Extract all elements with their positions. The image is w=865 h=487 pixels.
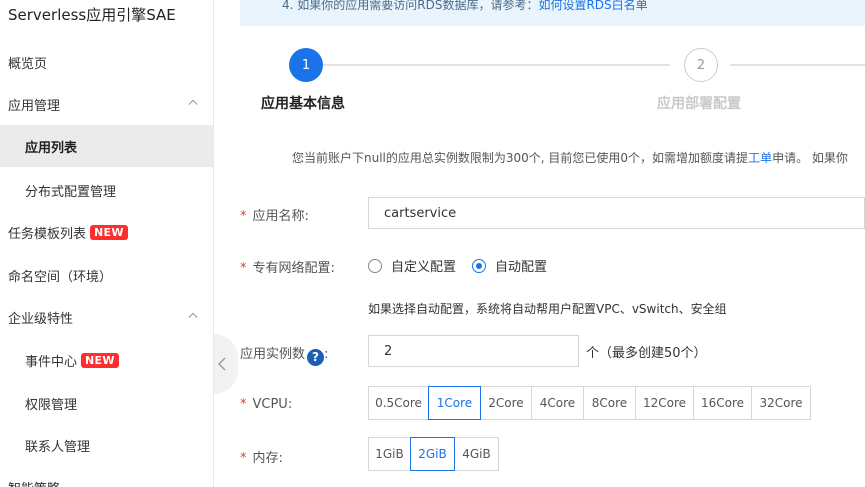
vcpu-selector: 0.5Core 1Core 2Core 4Core 8Core 12Core 1… bbox=[368, 386, 811, 420]
quota-notice: 您当前账户下null的应用总实例数限制为300个, 目前您已使用0个，如需增加额… bbox=[292, 149, 848, 166]
sidebar-item-distributed-config[interactable]: 分布式配置管理 bbox=[0, 169, 213, 211]
sidebar-item-label: 权限管理 bbox=[25, 397, 78, 413]
step-connector bbox=[730, 64, 865, 66]
label-text: 应用实例数 bbox=[240, 347, 306, 362]
product-title: Serverless应用引擎SAE bbox=[8, 6, 176, 24]
vcpu-option[interactable]: 12Core bbox=[635, 386, 694, 420]
rds-whitelist-link[interactable]: 如何设置RDS白名单 bbox=[538, 0, 647, 12]
app-name-input[interactable]: cartservice bbox=[368, 197, 865, 229]
quota-text-tail: 申请。 如果你 bbox=[772, 151, 848, 165]
memory-option[interactable]: 2GiB bbox=[410, 437, 455, 471]
instances-unit: 个（最多创建50个） bbox=[586, 346, 707, 361]
sidebar-group-app-management[interactable]: 应用管理 bbox=[0, 83, 213, 125]
radio-custom-config[interactable]: 自定义配置 bbox=[368, 256, 456, 275]
label-text: 应用名称: bbox=[252, 209, 309, 224]
sidebar-item-label: 任务模板列表 bbox=[8, 226, 87, 242]
vcpu-option[interactable]: 16Core bbox=[693, 386, 752, 420]
label-text: VCPU: bbox=[252, 397, 293, 412]
sidebar-item-label: 事件中心 bbox=[25, 354, 78, 370]
label-text: 内存: bbox=[252, 451, 283, 466]
label-colon: : bbox=[324, 347, 329, 362]
sidebar-item-job-templates[interactable]: 任务模板列表 NEW bbox=[0, 211, 213, 253]
step-connector bbox=[323, 64, 670, 66]
quota-text: 您当前账户下null的应用总实例数限制为300个, 目前您已使用0个，如需增加额… bbox=[292, 151, 749, 165]
sidebar-item-label: 概览页 bbox=[8, 56, 48, 72]
radio-button[interactable] bbox=[472, 258, 486, 273]
sidebar-group-enterprise[interactable]: 企业级特性 bbox=[0, 296, 213, 338]
sidebar-item-overview[interactable]: 概览页 bbox=[0, 41, 213, 83]
vcpu-option[interactable]: 8Core bbox=[583, 386, 636, 420]
step-2-indicator: 2 bbox=[684, 48, 718, 82]
radio-auto-config[interactable]: 自动配置 bbox=[472, 256, 547, 275]
memory-option[interactable]: 1GiB bbox=[368, 437, 411, 471]
label-text: 专有网络配置: bbox=[252, 261, 335, 276]
ticket-link[interactable]: 工单 bbox=[748, 151, 772, 165]
vcpu-option[interactable]: 0.5Core bbox=[368, 386, 429, 420]
sidebar-item-namespaces[interactable]: 命名空间（环境） bbox=[0, 254, 213, 296]
required-mark: * bbox=[240, 451, 247, 466]
sidebar-item-contacts[interactable]: 联系人管理 bbox=[0, 424, 213, 466]
vcpu-option[interactable]: 2Core bbox=[480, 386, 532, 420]
sidebar-item-permissions[interactable]: 权限管理 bbox=[0, 382, 213, 424]
sidebar: Serverless应用引擎SAE 概览页 应用管理 应用列表 分布式配置管理 … bbox=[0, 0, 214, 487]
sidebar-item-label: 分布式配置管理 bbox=[25, 184, 117, 200]
step-2-title: 应用部署配置 bbox=[657, 96, 741, 112]
vpc-label: * 专有网络配置: bbox=[240, 257, 335, 276]
sidebar-item-label: 命名空间（环境） bbox=[8, 269, 113, 285]
new-badge: NEW bbox=[90, 224, 128, 240]
memory-option[interactable]: 4GiB bbox=[454, 437, 499, 471]
instances-input[interactable]: 2 bbox=[368, 335, 579, 367]
sidebar-item-label: 联系人管理 bbox=[25, 439, 91, 455]
sidebar-item-smart-policy[interactable]: 智能策略 bbox=[0, 466, 213, 487]
required-mark: * bbox=[240, 209, 247, 224]
radio-label: 自动配置 bbox=[495, 260, 548, 275]
required-mark: * bbox=[240, 397, 247, 412]
step-1-indicator: 1 bbox=[289, 48, 323, 82]
vpc-hint: 如果选择自动配置，系统将自动帮用户配置VPC、vSwitch、安全组 bbox=[368, 302, 727, 316]
radio-label: 自定义配置 bbox=[391, 260, 457, 275]
chevron-left-icon bbox=[218, 357, 226, 371]
chevron-up-icon bbox=[188, 99, 198, 105]
vcpu-option[interactable]: 32Core bbox=[751, 386, 811, 420]
vcpu-label: * VCPU: bbox=[240, 397, 292, 412]
sidebar-item-label: 企业级特性 bbox=[8, 311, 74, 327]
help-icon[interactable]: ? bbox=[307, 348, 325, 366]
step-1-title: 应用基本信息 bbox=[261, 96, 345, 112]
sidebar-item-label: 智能策略 bbox=[8, 478, 60, 487]
app-name-label: * 应用名称: bbox=[240, 205, 309, 224]
sidebar-collapse-handle[interactable] bbox=[214, 334, 238, 394]
sidebar-item-label: 应用管理 bbox=[8, 98, 61, 114]
sidebar-item-event-center[interactable]: 事件中心 NEW bbox=[0, 339, 213, 381]
sidebar-item-label: 应用列表 bbox=[25, 140, 78, 156]
notice-message: 4. 如果你的应用需要访问RDS数据库，请参考： bbox=[282, 0, 539, 12]
vcpu-option[interactable]: 4Core bbox=[531, 386, 584, 420]
required-mark: * bbox=[240, 261, 247, 276]
memory-label: * 内存: bbox=[240, 447, 283, 466]
notice-text: 4. 如果你的应用需要访问RDS数据库，请参考：如何设置RDS白名单 bbox=[282, 0, 648, 13]
vcpu-option[interactable]: 1Core bbox=[428, 386, 481, 420]
new-badge: NEW bbox=[81, 352, 119, 368]
radio-button[interactable] bbox=[368, 258, 382, 273]
sidebar-item-app-list[interactable]: 应用列表 bbox=[0, 125, 213, 167]
instances-label: 应用实例数?: bbox=[240, 343, 328, 366]
memory-selector: 1GiB 2GiB 4GiB bbox=[368, 437, 499, 471]
chevron-up-icon bbox=[188, 312, 198, 318]
